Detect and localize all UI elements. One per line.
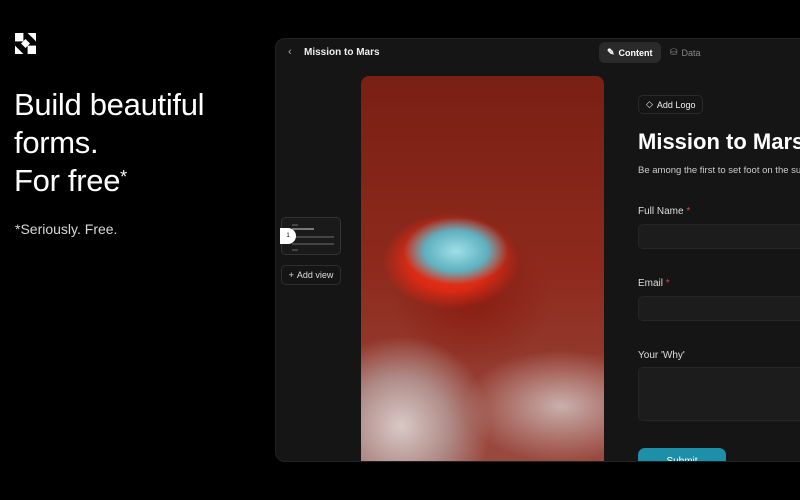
diamond-icon: ◇ (646, 99, 653, 110)
brand-logo-icon (15, 33, 36, 54)
add-logo-button[interactable]: ◇ Add Logo (638, 95, 703, 114)
headline-line: Build beautiful (14, 86, 204, 124)
headline-line: forms. (14, 124, 204, 162)
headline-line: For free (14, 163, 120, 198)
form-title[interactable]: Mission to Mars (638, 129, 800, 155)
full-name-label: Full Name * (638, 206, 690, 217)
plus-icon: + (289, 270, 294, 280)
why-textarea[interactable] (638, 367, 800, 421)
add-view-button[interactable]: +Add view (281, 265, 341, 285)
cover-image-mars (361, 76, 604, 462)
form-preview: ◇ Add Logo Mission to Mars Be among the f… (604, 67, 800, 461)
email-label: Email * (638, 278, 670, 289)
tab-data[interactable]: ⛁ Data (662, 42, 709, 63)
database-icon: ⛁ (670, 47, 678, 58)
asterisk: * (120, 167, 127, 187)
submit-button[interactable]: Submit (638, 448, 726, 462)
why-label: Your 'Why' (638, 350, 685, 361)
view-thumbnail[interactable]: 1 (281, 217, 341, 255)
hero-subtext: *Seriously. Free. (15, 221, 117, 237)
window-topbar: ‹ Mission to Mars ✎ Content ⛁ Data (276, 39, 800, 67)
tab-label: Data (682, 48, 701, 58)
pencil-icon: ✎ (607, 47, 615, 58)
form-builder-window: ‹ Mission to Mars ✎Content ⛁Data 1 +Add … (275, 38, 800, 462)
view-number: 1 (280, 228, 296, 244)
form-description[interactable]: Be among the first to set foot on the su… (638, 165, 800, 176)
window-title: Mission to Mars (304, 47, 380, 58)
back-icon[interactable]: ‹ (288, 46, 292, 58)
email-input[interactable] (638, 296, 800, 321)
add-view-label: Add view (297, 270, 334, 280)
tab-content[interactable]: ✎ Content (599, 42, 661, 63)
add-logo-label: Add Logo (657, 100, 696, 110)
full-name-input[interactable] (638, 224, 800, 249)
hero-headline: Build beautiful forms. For free* (14, 86, 204, 200)
tab-label: Content (619, 48, 653, 58)
